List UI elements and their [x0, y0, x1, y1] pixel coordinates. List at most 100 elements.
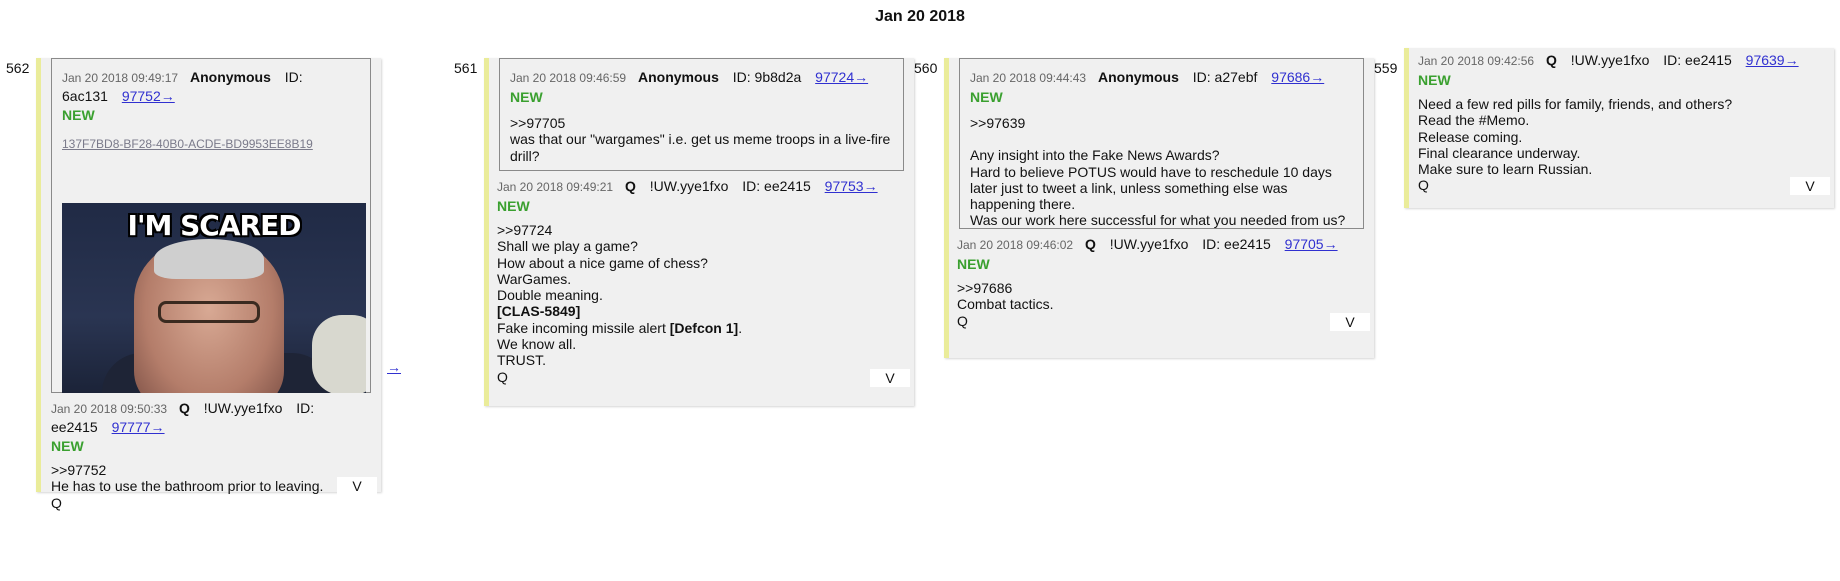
body-line: How about a nice game of chess?: [497, 254, 708, 271]
post-link[interactable]: 97639→: [1746, 52, 1799, 68]
new-badge: NEW: [1418, 72, 1451, 88]
post-link[interactable]: 97752→: [122, 88, 175, 104]
body-text: Fake incoming missile alert: [497, 319, 670, 336]
q-reply: Jan 20 2018 09:42:56 Q !UW.yye1fxo ID: e…: [1409, 48, 1834, 199]
post-meta: Jan 20 2018 09:42:56 Q !UW.yye1fxo ID: e…: [1418, 51, 1824, 70]
post-meta: Jan 20 2018 09:46:59 Anonymous ID: 9b8d2…: [510, 68, 893, 87]
arrow-link[interactable]: →: [387, 359, 401, 375]
poster-id: ID: ee2415: [1663, 52, 1732, 68]
new-badge: NEW: [970, 89, 1003, 105]
body-line: We know all.: [497, 336, 577, 353]
tripcode: !UW.yye1fxo: [1570, 52, 1650, 68]
v-button[interactable]: V: [337, 477, 377, 495]
body-line: >>97724: [497, 222, 553, 238]
quoted-post: Jan 20 2018 09:44:43 Anonymous ID: a27eb…: [959, 58, 1364, 229]
image-filename-link[interactable]: 137F7BD8-BF28-40B0-ACDE-BD9953EE8B19: [62, 137, 360, 151]
body-line: Q: [1418, 177, 1429, 194]
post-number: 560: [914, 60, 938, 76]
post-body: >>97686 Combat tactics. Q: [957, 280, 1364, 329]
body-line: >>97705: [510, 115, 566, 131]
post-link[interactable]: 97753→: [825, 178, 878, 194]
post-card: Jan 20 2018 09:42:56 Q !UW.yye1fxo ID: e…: [1404, 48, 1834, 208]
post-body: >>97639 Any insight into the Fake News Aw…: [970, 115, 1353, 229]
post-card: Jan 20 2018 09:46:59 Anonymous ID: 9b8d2…: [484, 58, 914, 406]
timestamp: Jan 20 2018 09:46:02: [957, 238, 1074, 252]
body-line: Release coming.: [1418, 128, 1523, 145]
quoted-post: Jan 20 2018 09:46:59 Anonymous ID: 9b8d2…: [499, 58, 904, 171]
clas-tag: [CLAS-5849]: [497, 303, 581, 320]
post-meta: Jan 20 2018 09:44:43 Anonymous ID: a27eb…: [970, 68, 1353, 87]
poster-id: ID: ee2415: [1202, 236, 1271, 252]
post-meta: Jan 20 2018 09:46:02 Q !UW.yye1fxo ID: e…: [957, 235, 1364, 254]
tripcode: !UW.yye1fxo: [649, 178, 729, 194]
poster-id: ID: ee2415: [742, 178, 811, 194]
body-line: Double meaning.: [497, 287, 603, 304]
quoted-post: Jan 20 2018 09:49:17 Anonymous ID: 6ac13…: [51, 58, 401, 393]
new-badge: NEW: [51, 438, 84, 454]
post-body: >>97752 He has to use the bathroom prior …: [51, 462, 371, 511]
body-line: Any insight into the Fake News Awards?: [970, 147, 1220, 164]
image-glasses: [158, 301, 260, 323]
new-badge: NEW: [957, 256, 990, 272]
timestamp: Jan 20 2018 09:50:33: [51, 402, 168, 416]
body-line: Read the #Memo.: [1418, 112, 1530, 129]
post-meta: Jan 20 2018 09:49:17 Anonymous ID: 6ac13…: [62, 68, 360, 105]
timestamp: Jan 20 2018 09:49:21: [497, 180, 614, 194]
image-hand: [312, 315, 366, 393]
post-link[interactable]: 97686→: [1271, 69, 1324, 85]
new-badge: NEW: [510, 89, 543, 105]
tripcode: !UW.yye1fxo: [1109, 236, 1189, 252]
meme-image[interactable]: I'M SCARED: [62, 203, 366, 393]
body-line: Make sure to learn Russian.: [1418, 161, 1593, 178]
tripcode: !UW.yye1fxo: [203, 400, 283, 416]
post-number: 561: [454, 60, 478, 76]
q-reply: Jan 20 2018 09:49:21 Q !UW.yye1fxo ID: e…: [489, 171, 914, 391]
v-button[interactable]: V: [870, 368, 910, 387]
body-line: [CLAS-5849]: [497, 303, 904, 319]
v-button[interactable]: V: [1790, 177, 1830, 195]
date-header: Jan 20 2018: [875, 8, 965, 25]
body-line: Was our work here successful for what yo…: [970, 212, 1346, 229]
body-line: >>97639: [970, 115, 1026, 131]
post-card: Jan 20 2018 09:44:43 Anonymous ID: a27eb…: [944, 58, 1374, 358]
q-name: Q: [1546, 52, 1557, 68]
image-hair: [154, 239, 264, 279]
post-meta: Jan 20 2018 09:49:21 Q !UW.yye1fxo ID: e…: [497, 177, 904, 196]
timestamp: Jan 20 2018 09:46:59: [510, 71, 627, 85]
poster-name: Anonymous: [1098, 69, 1179, 85]
body-line: was that our "wargames" i.e. get us meme…: [510, 131, 891, 164]
body-line: Final clearance underway.: [1418, 144, 1581, 161]
body-text: .: [738, 319, 743, 336]
body-line: WarGames.: [497, 270, 572, 287]
body-line: Combat tactics.: [957, 296, 1054, 313]
post-body: Need a few red pills for family, friends…: [1418, 96, 1824, 194]
body-line: Fake incoming missile alert [Defcon 1].: [497, 320, 904, 336]
new-badge: NEW: [497, 198, 530, 214]
body-line: He has to use the bathroom prior to leav…: [51, 478, 324, 495]
post-562: 562 Jan 20 2018 09:49:17 Anonymous ID: 6…: [6, 48, 401, 511]
body-line: [970, 131, 1353, 147]
body-line: >>97686: [957, 280, 1013, 296]
post-card: Jan 20 2018 09:49:17 Anonymous ID: 6ac13…: [36, 58, 401, 511]
post-560: 560 Jan 20 2018 09:44:43 Anonymous ID: a…: [914, 48, 1374, 358]
post-559: 559 Jan 20 2018 09:42:56 Q !UW.yye1fxo I…: [1374, 48, 1834, 208]
body-line: Q: [51, 494, 62, 511]
body-line: Shall we play a game?: [497, 238, 638, 255]
post-link[interactable]: 97705→: [1285, 236, 1338, 252]
q-reply: Jan 20 2018 09:50:33 Q !UW.yye1fxo ID: e…: [41, 393, 381, 511]
post-561: 561 Jan 20 2018 09:46:59 Anonymous ID: 9…: [454, 48, 914, 406]
body-line: >>97752: [51, 462, 107, 478]
timestamp: Jan 20 2018 09:42:56: [1418, 54, 1535, 68]
defcon-tag: [Defcon 1]: [669, 319, 739, 336]
v-button[interactable]: V: [1330, 312, 1370, 331]
body-line: Q: [497, 368, 508, 385]
post-body: >>97724 Shall we play a game? How about a …: [497, 222, 904, 385]
post-link[interactable]: 97777→: [112, 419, 165, 435]
poster-name: Anonymous: [638, 69, 719, 85]
new-badge: NEW: [62, 107, 95, 123]
post-link[interactable]: 97724→: [815, 69, 868, 85]
poster-id: ID: 9b8d2a: [732, 69, 802, 85]
body-line: Hard to believe POTUS would have to resc…: [970, 163, 1332, 213]
image-caption: I'M SCARED: [127, 209, 302, 242]
timestamp: Jan 20 2018 09:44:43: [970, 71, 1087, 85]
